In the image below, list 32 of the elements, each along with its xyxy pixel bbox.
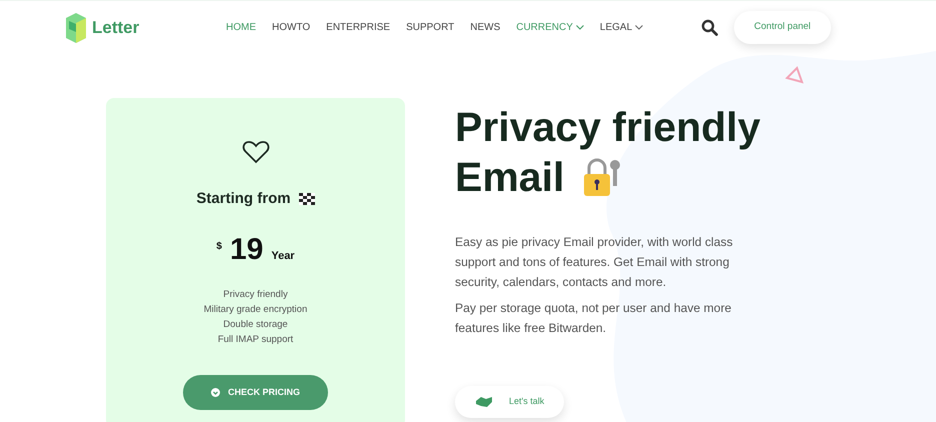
triangle-icon [784, 66, 804, 84]
nav-link[interactable]: SUPPORT [398, 20, 462, 35]
arrow-circle-icon [210, 388, 220, 397]
caret-icon [576, 25, 584, 30]
hero-headline: Privacy friendly [455, 103, 762, 152]
price: 19 [230, 234, 264, 264]
nav-link[interactable]: ENTERPRISE [318, 20, 398, 35]
feature-item: Double storage [223, 318, 288, 332]
nav-link[interactable]: NEWS [462, 20, 508, 35]
check-pricing-button[interactable]: CHECK PRICING [182, 374, 328, 410]
control-panel-button[interactable]: Control panel [734, 11, 831, 44]
nav-link[interactable]: CURRENCY [508, 20, 592, 35]
hero-paragraph: Easy as pie privacy Email provider, with world class support and tons of features. Get Email with strong security, calendars, contacts and more. [455, 234, 734, 292]
feature-item: Military grade encryption [204, 302, 308, 316]
caret-icon [635, 25, 644, 30]
lets-talk-button[interactable]: Let's talk [455, 386, 564, 418]
hero-headline: Email [455, 153, 564, 202]
feature-item: Full IMAP support [218, 332, 294, 346]
nav-link[interactable]: LEGAL [592, 20, 652, 35]
handshake-icon [475, 396, 493, 408]
nav-link[interactable]: HOME [218, 20, 264, 35]
currency-symbol: $ [216, 240, 222, 254]
search-icon[interactable] [701, 19, 718, 36]
hero-paragraph: Pay per storage quota, not per user and have more features like free Bitwarden. [455, 300, 732, 338]
feature-item: Privacy friendly [223, 288, 288, 302]
logo-icon [64, 12, 88, 44]
heart-icon [242, 140, 270, 164]
price-period: Year [271, 249, 295, 264]
nav-link[interactable]: HOWTO [264, 20, 318, 35]
checkered-flag-icon [298, 193, 315, 206]
pricing-title: Starting from [196, 189, 291, 209]
brand-name[interactable]: Letter [92, 14, 140, 40]
